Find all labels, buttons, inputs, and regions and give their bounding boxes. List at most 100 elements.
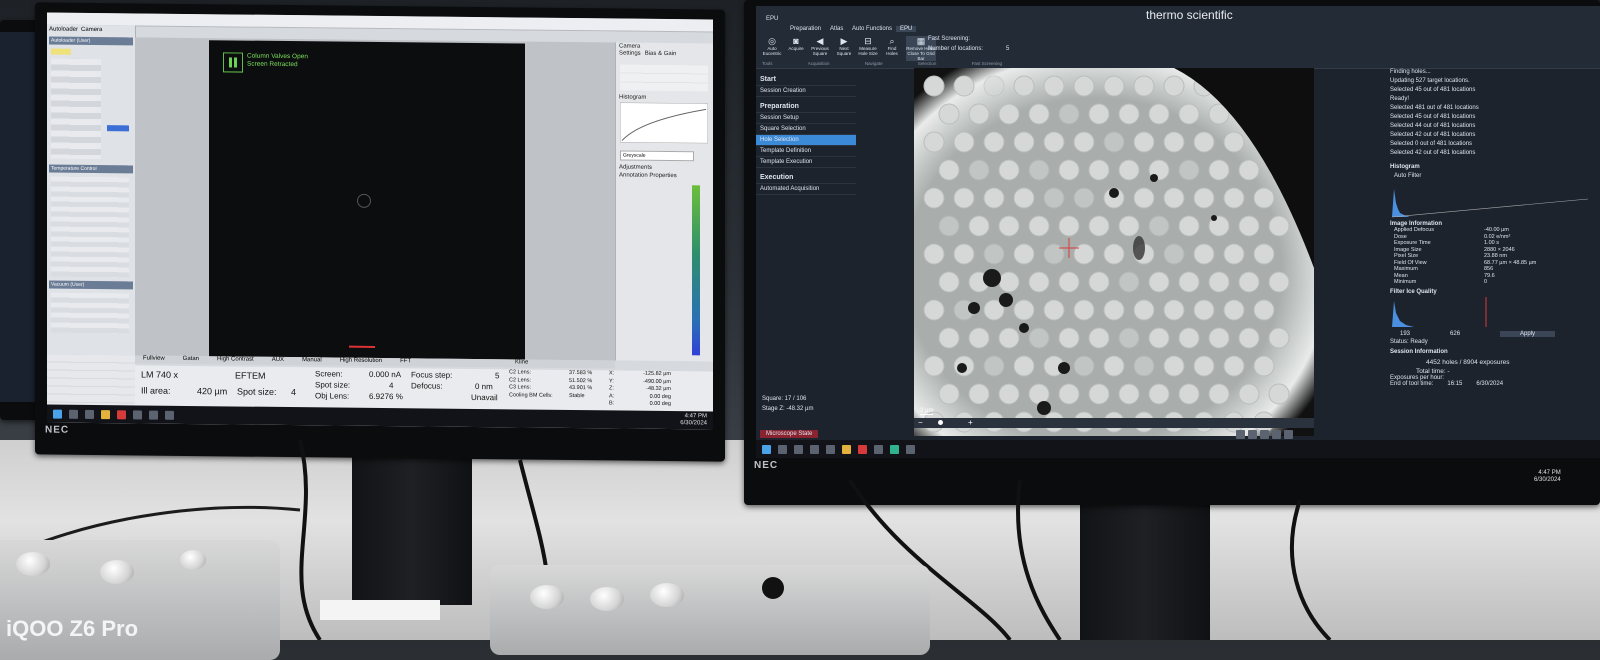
tab-aux[interactable]: AUX [264, 357, 292, 365]
hole[interactable] [1148, 103, 1170, 125]
hole[interactable] [923, 243, 945, 265]
hole[interactable] [1268, 383, 1290, 405]
toolbar-button[interactable]: ◀ Previous Square [810, 36, 830, 61]
hole[interactable] [923, 131, 945, 153]
hole[interactable] [1148, 327, 1170, 349]
hole[interactable] [1028, 271, 1050, 293]
microscope-state-tab[interactable]: Microscope State [760, 430, 819, 438]
hole[interactable] [938, 159, 960, 181]
tab-manual[interactable]: Manual [294, 357, 330, 365]
hole[interactable] [1238, 271, 1260, 293]
tab-gatan[interactable]: Gatan [175, 356, 207, 364]
tab-camera[interactable]: Camera [81, 27, 102, 33]
autoloader-list[interactable] [51, 58, 101, 160]
hole[interactable] [1178, 215, 1200, 237]
autoloader-slot[interactable] [51, 48, 71, 55]
locations-value[interactable]: 5 [1006, 46, 1009, 52]
tab-high-contrast[interactable]: High Contrast [209, 356, 262, 365]
tab-fullview[interactable]: Fullview [135, 355, 173, 363]
selected-hole[interactable] [1178, 159, 1200, 181]
hole[interactable] [1238, 383, 1260, 405]
hole[interactable] [1013, 131, 1035, 153]
hole[interactable] [1238, 215, 1260, 237]
selected-hole[interactable] [1043, 243, 1065, 265]
zoom-out-icon[interactable]: − [918, 419, 923, 427]
zoom-in-icon[interactable]: + [968, 419, 973, 427]
hole[interactable] [1223, 299, 1245, 321]
hole[interactable] [1208, 159, 1230, 181]
hole[interactable] [998, 383, 1020, 405]
sidebar-item[interactable]: Session Setup [756, 113, 856, 124]
tab-bias-gain[interactable]: Bias & Gain [645, 51, 677, 57]
hole[interactable] [1058, 271, 1080, 293]
apply-button[interactable]: Apply [1500, 330, 1556, 337]
select-tool-icon[interactable] [1236, 430, 1245, 439]
hole[interactable] [968, 103, 990, 125]
hole[interactable] [1088, 215, 1110, 237]
control-knob[interactable] [530, 585, 564, 609]
hole[interactable] [1208, 383, 1230, 405]
selected-hole[interactable] [983, 75, 1005, 97]
hole[interactable] [968, 215, 990, 237]
hole[interactable] [1103, 355, 1125, 377]
hole[interactable] [1028, 383, 1050, 405]
hole[interactable] [1163, 299, 1185, 321]
hole[interactable] [1013, 187, 1035, 209]
app-icon[interactable] [133, 409, 142, 420]
hole[interactable] [1088, 383, 1110, 405]
selected-hole[interactable] [1073, 187, 1095, 209]
color-map-dropdown[interactable]: Greyscale [620, 150, 694, 162]
hole[interactable] [1073, 75, 1095, 97]
hole[interactable] [1268, 215, 1290, 237]
hole[interactable] [1193, 131, 1215, 153]
sidebar-item[interactable]: Square Selection [756, 124, 856, 135]
sidebar-item[interactable]: Session Creation [756, 86, 856, 97]
hole[interactable] [938, 383, 960, 405]
hole[interactable] [1208, 327, 1230, 349]
hole[interactable] [1073, 243, 1095, 265]
control-knob[interactable] [180, 550, 206, 570]
hole[interactable] [1013, 75, 1035, 97]
selected-hole[interactable] [1028, 159, 1050, 181]
joystick[interactable] [762, 577, 784, 599]
hole[interactable] [1223, 187, 1245, 209]
search-icon[interactable] [69, 409, 78, 419]
hole[interactable] [923, 187, 945, 209]
selected-hole[interactable] [983, 355, 1005, 377]
hole[interactable] [953, 187, 975, 209]
toolbar-button[interactable]: ⊟ Measure Hole Size [858, 36, 878, 61]
rotate-icon[interactable] [1272, 430, 1281, 439]
hole[interactable] [1193, 187, 1215, 209]
hole[interactable] [1103, 243, 1125, 265]
session-info-header[interactable]: Session Information [1386, 349, 1600, 355]
left-clock[interactable]: 4:47 PM 6/30/2024 [680, 413, 707, 427]
toolbar-button[interactable]: ▶ Next Square [834, 36, 854, 61]
hole[interactable] [1268, 327, 1290, 349]
selected-hole[interactable] [1163, 243, 1185, 265]
hole[interactable] [998, 327, 1020, 349]
hole[interactable] [1118, 383, 1140, 405]
hole[interactable] [1193, 355, 1215, 377]
hole[interactable] [1268, 271, 1290, 293]
hole[interactable] [1088, 327, 1110, 349]
fit-icon[interactable] [1260, 430, 1269, 439]
selected-hole[interactable] [1118, 271, 1140, 293]
task-view-icon[interactable] [85, 409, 94, 419]
sidebar-item[interactable]: Hole Selection [756, 135, 856, 146]
selected-hole[interactable] [1148, 215, 1170, 237]
selected-hole[interactable] [1133, 355, 1155, 377]
zoom-slider-handle[interactable] [938, 420, 943, 425]
hole[interactable] [1133, 131, 1155, 153]
panel-header-vacuum[interactable]: Vacuum (User) [49, 280, 133, 290]
control-knob[interactable] [650, 583, 684, 607]
hole[interactable] [1163, 131, 1185, 153]
app-icon[interactable] [165, 410, 174, 420]
hole[interactable] [1028, 215, 1050, 237]
hole[interactable] [953, 75, 975, 97]
hole[interactable] [1058, 327, 1080, 349]
hole[interactable] [923, 355, 945, 377]
sidebar-section-header[interactable]: Preparation [756, 101, 856, 113]
panel-header-autoloader[interactable]: Autoloader (User) [49, 36, 133, 46]
selected-hole[interactable] [1118, 327, 1140, 349]
hole[interactable] [1238, 327, 1260, 349]
